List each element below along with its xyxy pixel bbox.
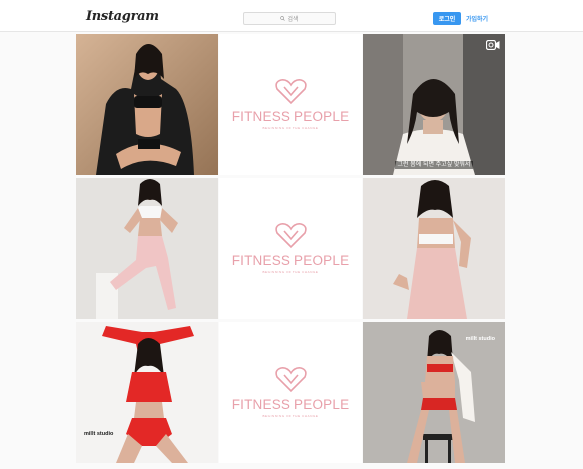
top-nav-bar: Instagram 검색 로그인 가입하기 <box>0 0 583 32</box>
video-icon <box>486 40 500 50</box>
post-thumbnail-6[interactable] <box>363 178 505 319</box>
brand-name: FITNESS PEOPLE <box>231 397 350 412</box>
fitness-people-logo-icon <box>274 79 307 105</box>
post-photo <box>363 178 505 319</box>
post-thumbnail-3[interactable]: 그런 몸에 되면 주고싶 맞워서 <box>363 34 505 175</box>
brand-name: FITNESS PEOPLE <box>231 253 350 268</box>
studio-watermark: millt studio <box>84 431 114 437</box>
post-photo <box>76 322 218 463</box>
post-thumbnail-1[interactable] <box>76 34 218 175</box>
instagram-logo[interactable]: Instagram <box>86 9 159 24</box>
video-caption: 그런 몸에 되면 주고싶 맞워서 <box>363 159 505 169</box>
post-thumbnail-5[interactable]: FITNESS PEOPLE BEGINNING OF THE CHANGE <box>219 178 362 319</box>
brand-name: FITNESS PEOPLE <box>231 109 350 124</box>
post-thumbnail-9[interactable]: millt studio <box>363 322 505 463</box>
brand-tagline: BEGINNING OF THE CHANGE <box>262 270 319 274</box>
post-grid: FITNESS PEOPLE BEGINNING OF THE CHANGE 그… <box>76 34 505 464</box>
fitness-people-logo-icon <box>274 367 307 393</box>
search-placeholder: 검색 <box>287 17 299 23</box>
post-thumbnail-8[interactable]: FITNESS PEOPLE BEGINNING OF THE CHANGE <box>219 322 362 463</box>
fitness-people-logo-icon <box>274 223 307 249</box>
search-icon <box>280 16 286 21</box>
brand-tagline: BEGINNING OF THE CHANGE <box>262 414 319 418</box>
post-photo <box>76 178 218 319</box>
search-box[interactable]: 검색 <box>243 12 336 25</box>
studio-watermark: millt studio <box>465 336 495 342</box>
post-photo <box>363 34 505 175</box>
post-photo <box>363 322 505 463</box>
signup-link[interactable]: 가입하기 <box>466 14 488 23</box>
post-thumbnail-4[interactable] <box>76 178 218 319</box>
post-thumbnail-7[interactable]: millt studio <box>76 322 218 463</box>
post-thumbnail-2[interactable]: FITNESS PEOPLE BEGINNING OF THE CHANGE <box>219 34 362 175</box>
brand-tagline: BEGINNING OF THE CHANGE <box>262 126 319 130</box>
login-button[interactable]: 로그인 <box>433 12 461 25</box>
post-photo <box>76 34 218 175</box>
